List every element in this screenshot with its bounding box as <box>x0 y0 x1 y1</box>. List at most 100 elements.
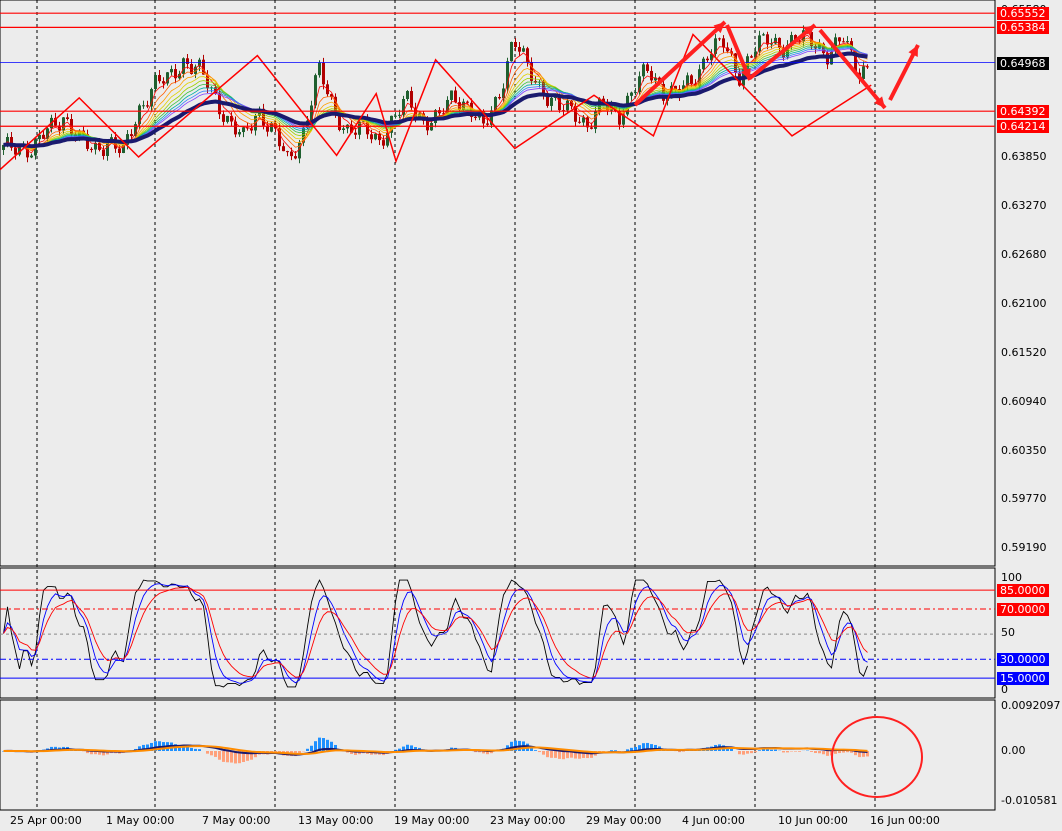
stochastic-tick: 0 <box>1001 683 1008 696</box>
candle-body <box>774 37 777 44</box>
candle-body <box>406 91 409 100</box>
candle-body <box>566 100 569 111</box>
price-level-label: 0.65384 <box>997 21 1049 35</box>
candle-body <box>138 105 141 125</box>
macd-histogram-bar <box>314 741 317 751</box>
price-tick: 0.59190 <box>1001 541 1047 554</box>
x-axis-label: 1 May 00:00 <box>106 814 175 827</box>
macd-histogram-bar <box>190 747 193 751</box>
stochastic-level-label: 85.0000 <box>997 584 1049 598</box>
x-axis-label: 10 Jun 00:00 <box>778 814 848 827</box>
candle-body <box>226 115 229 122</box>
macd-histogram-bar <box>818 751 821 754</box>
candle-body <box>690 75 693 84</box>
trading-chart[interactable] <box>0 0 1062 831</box>
candle-body <box>142 105 145 107</box>
candle-body <box>154 75 157 90</box>
price-tick: 0.59770 <box>1001 492 1047 505</box>
macd-histogram-bar <box>546 751 549 758</box>
price-level-label: 0.65552 <box>997 7 1049 21</box>
macd-histogram-bar <box>558 751 561 759</box>
macd-histogram-bar <box>782 751 785 753</box>
candle-body <box>722 38 725 48</box>
macd-pane <box>0 699 996 811</box>
macd-histogram-bar <box>822 751 825 755</box>
macd-histogram-bar <box>614 750 617 751</box>
candle-body <box>186 58 189 64</box>
candle-body <box>170 69 173 73</box>
candle-body <box>454 90 457 103</box>
macd-histogram-bar <box>542 751 545 755</box>
candle-body <box>634 92 637 94</box>
price-tick: 0.60940 <box>1001 395 1047 408</box>
candle-body <box>546 96 549 106</box>
candle-body <box>718 38 721 40</box>
macd-histogram-bar <box>838 751 841 754</box>
candle-body <box>238 132 241 135</box>
x-axis-label: 23 May 00:00 <box>490 814 566 827</box>
candle-body <box>590 127 593 129</box>
candle-body <box>14 147 17 155</box>
price-level-label: 0.64392 <box>997 105 1049 119</box>
macd-histogram-bar <box>754 751 757 753</box>
candle-body <box>706 58 709 61</box>
candle-body <box>650 70 653 81</box>
candle-body <box>522 48 525 52</box>
macd-histogram-bar <box>682 751 685 752</box>
macd-histogram-bar <box>738 751 741 755</box>
candle-body <box>162 81 165 84</box>
macd-histogram-bar <box>758 750 761 751</box>
candle-body <box>90 148 93 150</box>
stochastic-tick: 100 <box>1001 571 1022 584</box>
macd-tick: 0.00 <box>1001 744 1026 757</box>
macd-histogram-bar <box>218 751 221 760</box>
candle-body <box>294 156 297 159</box>
macd-histogram-bar <box>798 751 801 752</box>
candle-body <box>314 75 317 106</box>
price-tick: 0.62680 <box>1001 248 1047 261</box>
macd-histogram-bar <box>834 751 837 754</box>
candle-body <box>242 127 245 133</box>
stochastic-level-label: 70.0000 <box>997 603 1049 616</box>
macd-tick: -0.010581 <box>1001 794 1058 807</box>
candle-body <box>374 133 377 140</box>
candle-body <box>838 37 841 42</box>
candle-body <box>318 62 321 76</box>
candle-body <box>290 151 293 157</box>
macd-histogram-bar <box>214 751 217 757</box>
candle-body <box>222 114 225 122</box>
macd-tick: 0.0092097 <box>1001 699 1061 712</box>
price-level-label: 0.64968 <box>997 56 1049 70</box>
candle-body <box>862 66 865 79</box>
x-axis-label: 4 Jun 00:00 <box>682 814 745 827</box>
macd-histogram-bar <box>626 749 629 751</box>
macd-histogram-bar <box>198 749 201 751</box>
candle-body <box>322 62 325 85</box>
candle-body <box>66 117 69 120</box>
candle-body <box>30 155 33 158</box>
macd-histogram-bar <box>810 751 813 752</box>
candle-body <box>426 120 429 131</box>
macd-histogram-bar <box>742 751 745 755</box>
macd-histogram-bar <box>210 751 213 756</box>
candle-body <box>118 148 121 153</box>
stochastic-level-label: 30.0000 <box>997 653 1049 667</box>
candle-body <box>750 56 753 58</box>
macd-histogram-bar <box>786 751 789 753</box>
candle-body <box>450 90 453 100</box>
candle-body <box>398 114 401 116</box>
candle-body <box>182 58 185 74</box>
macd-histogram-bar <box>826 751 829 756</box>
macd-histogram-bar <box>306 748 309 751</box>
x-axis-label: 13 May 00:00 <box>298 814 374 827</box>
candle-body <box>514 41 517 48</box>
macd-histogram-bar <box>746 751 749 754</box>
candle-body <box>102 149 105 156</box>
candle-body <box>646 64 649 71</box>
candle-body <box>354 132 357 135</box>
macd-histogram-bar <box>814 751 817 754</box>
candle-body <box>282 146 285 152</box>
candle-body <box>158 75 161 82</box>
candle-body <box>474 116 477 118</box>
main-pane <box>0 0 996 567</box>
